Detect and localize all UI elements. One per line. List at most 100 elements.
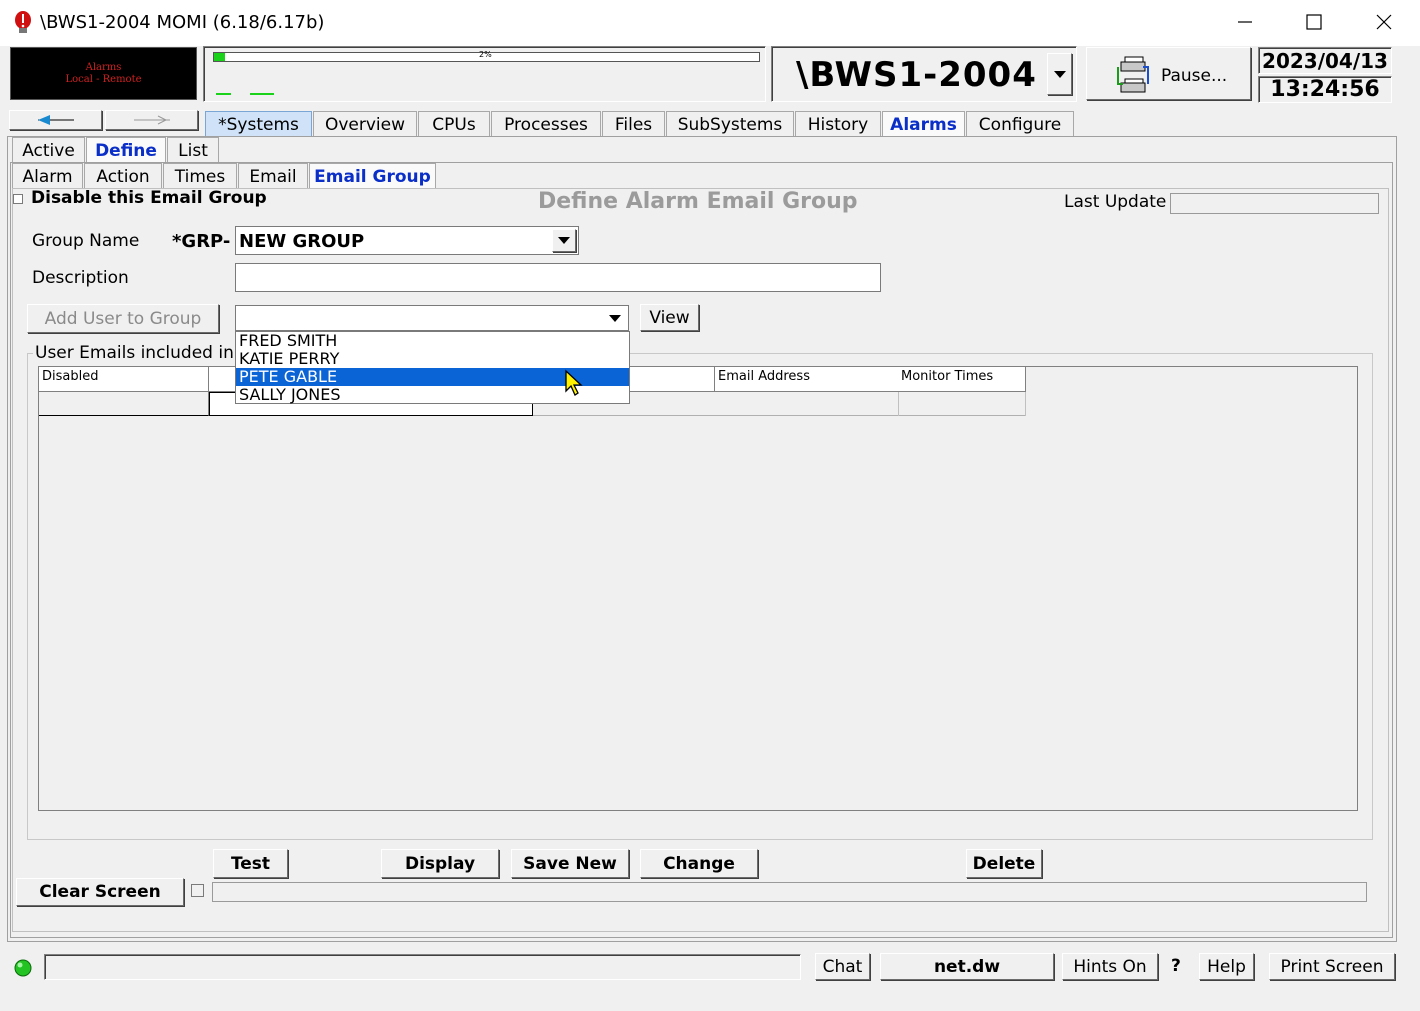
clear-screen-label: Clear Screen	[39, 882, 161, 902]
arrow-left-icon	[37, 115, 74, 125]
user-select-dropdown-button[interactable]	[604, 308, 626, 328]
chat-label: Chat	[822, 956, 863, 977]
group-name-value: NEW GROUP	[239, 231, 365, 252]
system-selector[interactable]: \BWS1-2004	[771, 46, 1077, 102]
view-button[interactable]: View	[640, 304, 699, 331]
activity-panel: 2%	[203, 46, 766, 102]
tab-active[interactable]: Active	[12, 137, 85, 163]
alarm-banner-line1: Alarms	[85, 62, 122, 73]
user-emails-groupbox-label: User Emails included in t	[33, 343, 248, 363]
tab-email[interactable]: Email	[238, 163, 308, 189]
column-monitor-times[interactable]: Monitor Times	[898, 367, 1026, 392]
tab-alarms[interactable]: Alarms	[882, 111, 965, 137]
hints-label: Hints On	[1073, 956, 1147, 977]
last-update-label: Last Update	[1064, 192, 1167, 212]
status-message-field	[44, 954, 801, 980]
time-display: 13:24:56	[1258, 76, 1392, 103]
column-disabled-label: Disabled	[42, 369, 99, 384]
chevron-down-icon	[558, 237, 570, 244]
tab-cpus[interactable]: CPUs	[418, 111, 490, 137]
title-bar: \BWS1-2004 MOMI (6.18/6.17b)	[0, 0, 1420, 46]
time-value: 13:24:56	[1270, 77, 1380, 102]
activity-indicator	[250, 93, 274, 95]
tab-list[interactable]: List	[167, 137, 219, 163]
column-monitor-label: Monitor Times	[901, 369, 994, 384]
list-item[interactable]: KATIE PERRY	[236, 350, 629, 368]
network-button[interactable]: net.dw	[880, 953, 1054, 980]
disable-group-label: Disable this Email Group	[31, 188, 267, 208]
save-new-label: Save New	[523, 853, 617, 874]
list-item[interactable]: FRED SMITH	[236, 332, 629, 350]
alarm-banner-line2: Local - Remote	[65, 74, 142, 85]
disable-group-checkbox[interactable]	[13, 194, 23, 204]
page-title: Define Alarm Email Group	[538, 189, 858, 214]
column-email-label: Email Address	[718, 369, 810, 384]
pause-label: Pause...	[1161, 66, 1228, 86]
alarm-bulb-icon	[12, 10, 34, 36]
column-email[interactable]: Email Address	[715, 367, 899, 392]
tab-configure[interactable]: Configure	[966, 111, 1074, 137]
clear-screen-button[interactable]: Clear Screen	[16, 878, 184, 906]
test-button[interactable]: Test	[213, 849, 288, 878]
system-name: \BWS1-2004	[796, 55, 1037, 95]
print-screen-button[interactable]: Print Screen	[1269, 953, 1395, 980]
column-disabled[interactable]: Disabled	[39, 367, 209, 392]
alarm-banner[interactable]: Alarms Local - Remote	[10, 47, 197, 100]
cell-monitor-times[interactable]	[899, 392, 1026, 416]
tab-action[interactable]: Action	[84, 163, 162, 189]
tab-history[interactable]: History	[795, 111, 881, 137]
user-emails-grid[interactable]	[38, 366, 1358, 811]
activity-indicator	[216, 93, 231, 95]
question-icon[interactable]: ?	[1171, 956, 1181, 976]
user-select[interactable]	[235, 305, 629, 331]
save-new-button[interactable]: Save New	[511, 849, 629, 878]
message-field	[212, 882, 1367, 902]
last-update-field	[1170, 193, 1379, 214]
display-button[interactable]: Display	[381, 849, 499, 878]
system-dropdown-button[interactable]	[1047, 53, 1072, 95]
message-checkbox[interactable]	[191, 884, 204, 897]
progress-bar: 2%	[213, 50, 760, 62]
chat-button[interactable]: Chat	[815, 953, 870, 980]
date-display: 2023/04/13	[1258, 47, 1392, 74]
view-label: View	[649, 307, 690, 328]
change-label: Change	[663, 853, 735, 874]
progress-fill	[214, 53, 225, 61]
tab-overview[interactable]: Overview	[313, 111, 417, 137]
back-button[interactable]	[9, 110, 102, 130]
tab-alarm[interactable]: Alarm	[12, 163, 83, 189]
help-button[interactable]: Help	[1199, 953, 1254, 980]
tab-times[interactable]: Times	[163, 163, 237, 189]
delete-label: Delete	[972, 853, 1036, 874]
maximize-icon[interactable]	[1299, 8, 1329, 36]
minimize-icon[interactable]	[1230, 8, 1260, 36]
delete-button[interactable]: Delete	[966, 849, 1042, 878]
cell-email[interactable]	[715, 392, 899, 416]
group-name-combobox[interactable]: NEW GROUP	[235, 226, 579, 255]
group-prefix: *GRP-	[172, 231, 231, 252]
add-user-button[interactable]: Add User to Group	[27, 304, 219, 333]
tab-subsystems[interactable]: SubSystems	[666, 111, 794, 137]
window-title: \BWS1-2004 MOMI (6.18/6.17b)	[40, 12, 325, 33]
tab-processes[interactable]: Processes	[491, 111, 601, 137]
hints-button[interactable]: Hints On	[1062, 953, 1158, 980]
network-label: net.dw	[933, 956, 1001, 977]
tab-email-group[interactable]: Email Group	[309, 163, 436, 189]
cell-disabled[interactable]	[39, 392, 209, 416]
tab-define[interactable]: Define	[86, 137, 166, 163]
forward-button[interactable]	[105, 110, 198, 130]
display-label: Display	[404, 853, 476, 874]
tab-systems[interactable]: *Systems	[205, 111, 312, 137]
change-button[interactable]: Change	[640, 849, 758, 878]
close-icon[interactable]	[1369, 8, 1399, 36]
group-name-dropdown-button[interactable]	[552, 229, 576, 252]
tab-files[interactable]: Files	[602, 111, 665, 137]
chevron-down-icon	[1053, 70, 1066, 78]
progress-label: 2%	[479, 50, 492, 59]
status-led-icon	[14, 959, 32, 977]
pause-button[interactable]: Pause...	[1086, 47, 1251, 100]
printer-refresh-icon	[1115, 54, 1151, 96]
test-label: Test	[230, 853, 271, 874]
description-input[interactable]	[235, 263, 881, 292]
chevron-down-icon	[609, 314, 621, 322]
